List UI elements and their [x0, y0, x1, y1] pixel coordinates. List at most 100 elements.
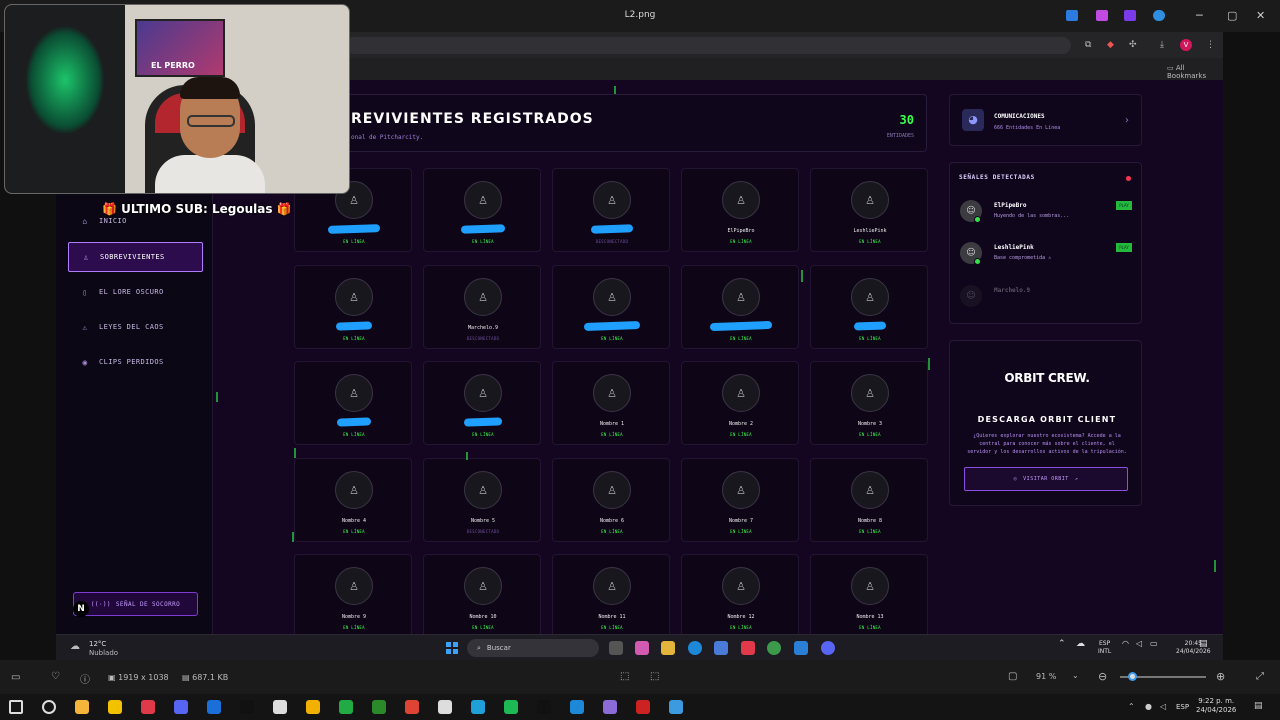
epic-icon[interactable]	[240, 700, 254, 714]
zoom-slider-thumb[interactable]	[1128, 672, 1137, 681]
survivor-card[interactable]: ♙ Marchelo.9 DESCONECTADO	[423, 265, 541, 349]
extension-icon[interactable]: ◆	[1107, 40, 1114, 50]
survivor-card[interactable]: ♙ Nombre 1 EN LÍNEA	[552, 361, 670, 445]
close-icon[interactable]: ✕	[1256, 9, 1265, 22]
sos-button[interactable]: ((·)) SEÑAL DE SOCORRO	[73, 592, 198, 616]
search-icon[interactable]	[42, 700, 56, 714]
next-badge[interactable]: N	[73, 601, 89, 617]
slideshow-icon[interactable]: ▭	[11, 672, 20, 683]
heart-icon[interactable]: ♡	[51, 671, 60, 682]
info-icon[interactable]: ⓘ	[80, 671, 90, 686]
all-bookmarks[interactable]: ▭ All Bookmarks	[1167, 64, 1223, 80]
chrome-icon[interactable]	[767, 641, 781, 655]
app-icon[interactable]	[1066, 10, 1078, 21]
wifi-icon[interactable]: ◠	[1122, 640, 1129, 648]
explorer-icon[interactable]	[661, 641, 675, 655]
survivor-card[interactable]: ♙ EN LÍNEA	[552, 265, 670, 349]
minimize-icon[interactable]: ─	[1196, 9, 1203, 22]
taskview-icon[interactable]	[609, 641, 623, 655]
nav-leyes[interactable]: ⚠ LEYES DEL CAOS	[68, 312, 203, 342]
cloud-icon[interactable]: ☁	[1076, 640, 1085, 649]
chevron-up-icon[interactable]: ⌃	[1058, 640, 1066, 649]
fullscreen-icon[interactable]: ▢	[1008, 671, 1017, 682]
profile-avatar[interactable]: V	[1180, 39, 1192, 51]
crop-icon[interactable]: ⬚	[620, 671, 629, 682]
survivor-card[interactable]: ♙ DESCONECTADO	[552, 168, 670, 252]
os-language[interactable]: ESP	[1176, 703, 1189, 711]
app-icon[interactable]	[372, 700, 386, 714]
zoom-level[interactable]: 91 %	[1036, 672, 1056, 681]
survivor-card[interactable]: ♙ Nombre 9 EN LÍNEA	[294, 554, 412, 634]
survivor-card[interactable]: ♙ Nombre 4 EN LÍNEA	[294, 458, 412, 542]
extensions-icon[interactable]: ✣	[1129, 40, 1137, 50]
app-icon[interactable]	[741, 641, 755, 655]
app-icon[interactable]	[1096, 10, 1108, 21]
survivor-card[interactable]: ♙ Nombre 2 EN LÍNEA	[681, 361, 799, 445]
app-icon[interactable]	[603, 700, 617, 714]
notification-icon[interactable]: ▤	[1254, 701, 1263, 711]
steam-icon[interactable]	[207, 700, 221, 714]
spotify-icon[interactable]	[504, 700, 518, 714]
download-icon[interactable]: ⤓	[1160, 40, 1164, 50]
translate-icon[interactable]: ⧉	[1085, 40, 1091, 50]
nav-clips[interactable]: ◉ CLIPS PERDIDOS	[68, 347, 203, 377]
signal-row[interactable]: ☺ LeshliePink Base comprometida ⚠ PLAY	[960, 242, 1132, 272]
survivor-card[interactable]: ♙ Nombre 11 EN LÍNEA	[552, 554, 670, 634]
survivor-card[interactable]: ♙ EN LÍNEA	[810, 265, 928, 349]
windows-icon[interactable]	[9, 700, 23, 714]
language-indicator[interactable]: ESP INTL	[1098, 640, 1111, 656]
survivor-card[interactable]: ♙ Nombre 10 EN LÍNEA	[423, 554, 541, 634]
nav-sobrevivientes[interactable]: ♙ SOBREVIVIENTES	[68, 242, 203, 272]
zoom-slider[interactable]	[1120, 672, 1206, 681]
vscode-icon[interactable]	[794, 641, 808, 655]
app-icon[interactable]	[141, 700, 155, 714]
minecraft-icon[interactable]	[339, 700, 353, 714]
zoom-in-icon[interactable]: ⊕	[1216, 670, 1225, 683]
comms-panel[interactable]: ◕ COMUNICACIONES 666 Entidades En Línea …	[949, 94, 1142, 146]
search-box[interactable]: ⌕ Buscar	[467, 639, 599, 657]
survivor-card[interactable]: ♙ Nombre 6 EN LÍNEA	[552, 458, 670, 542]
survivor-card[interactable]: ♙ ElPipeBro EN LÍNEA	[681, 168, 799, 252]
survivor-card[interactable]: ♙ Nombre 8 EN LÍNEA	[810, 458, 928, 542]
notification-icon[interactable]: ▤	[1199, 640, 1208, 649]
windows-start-icon[interactable]	[446, 642, 458, 654]
app-icon[interactable]	[636, 700, 650, 714]
address-bar[interactable]	[346, 37, 1071, 54]
folder-icon[interactable]	[108, 700, 122, 714]
survivor-card[interactable]: ♙ EN LÍNEA	[681, 265, 799, 349]
app-icon[interactable]	[471, 700, 485, 714]
survivor-card[interactable]: ♙ EN LÍNEA	[423, 361, 541, 445]
survivor-card[interactable]: ♙ Nombre 12 EN LÍNEA	[681, 554, 799, 634]
survivor-card[interactable]: ♙ Nombre 13 EN LÍNEA	[810, 554, 928, 634]
visit-orbit-button[interactable]: ◎ VISITAR ORBIT ↗	[964, 467, 1128, 491]
edge-icon[interactable]	[570, 700, 584, 714]
maximize-icon[interactable]: ▢	[1227, 9, 1237, 22]
store-icon[interactable]	[714, 641, 728, 655]
discord-icon[interactable]	[821, 641, 835, 655]
app-icon[interactable]	[306, 700, 320, 714]
menu-icon[interactable]: ⋮	[1206, 40, 1215, 50]
survivor-card[interactable]: ♙ LeshliePink EN LÍNEA	[810, 168, 928, 252]
tiktok-icon[interactable]	[537, 700, 551, 714]
fit-icon[interactable]: ⬚	[650, 671, 659, 682]
os-clock[interactable]: 9:22 p. m. 24/04/2026	[1196, 697, 1236, 715]
app-icon[interactable]	[1124, 10, 1136, 21]
chrome-icon[interactable]	[405, 700, 419, 714]
app-icon[interactable]	[273, 700, 287, 714]
paint-icon[interactable]	[669, 700, 683, 714]
signal-row[interactable]: ☺ ElPipeBro Huyendo de las sombras... PL…	[960, 200, 1132, 230]
onedrive-icon[interactable]	[1153, 10, 1165, 21]
volume-icon[interactable]: ◁	[1160, 702, 1166, 711]
survivor-card[interactable]: ♙ Nombre 5 DESCONECTADO	[423, 458, 541, 542]
mic-icon[interactable]: ●	[1145, 702, 1152, 711]
chevron-down-icon[interactable]: ⌄	[1072, 671, 1079, 680]
survivor-card[interactable]: ♙ EN LÍNEA	[294, 265, 412, 349]
edge-icon[interactable]	[688, 641, 702, 655]
copilot-icon[interactable]	[635, 641, 649, 655]
survivor-card[interactable]: ♙ EN LÍNEA	[423, 168, 541, 252]
survivor-card[interactable]: ♙ Nombre 3 EN LÍNEA	[810, 361, 928, 445]
nav-lore[interactable]: ▯ EL LORE OSCURO	[68, 277, 203, 307]
chevron-up-icon[interactable]: ⌃	[1128, 702, 1135, 711]
survivor-card[interactable]: ♙ EN LÍNEA	[294, 361, 412, 445]
expand-icon[interactable]: ⤢	[1256, 671, 1264, 682]
